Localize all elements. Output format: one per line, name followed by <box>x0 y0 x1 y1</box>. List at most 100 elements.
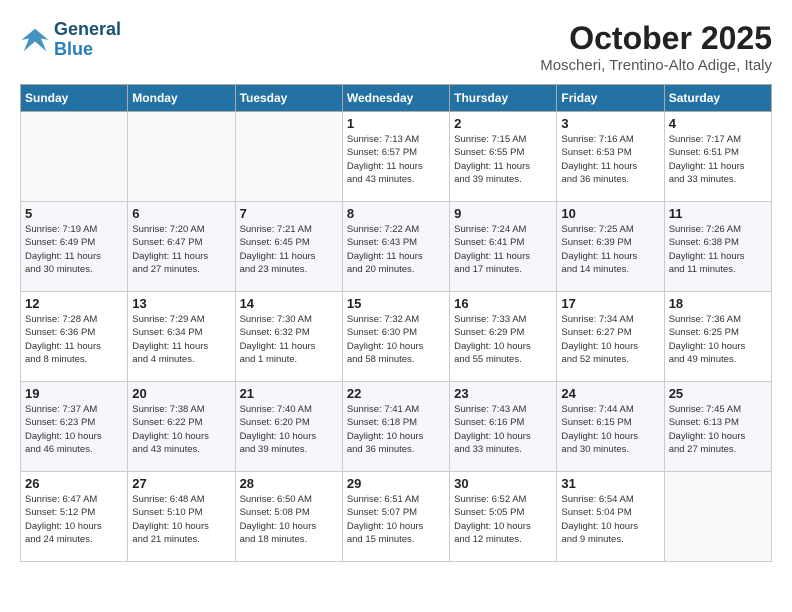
calendar-day-8: 8 Sunrise: 7:22 AM Sunset: 6:43 PM Daylig… <box>342 202 449 292</box>
calendar-day-21: 21 Sunrise: 7:40 AM Sunset: 6:20 PM Dayli… <box>235 382 342 472</box>
logo-text: General Blue <box>54 20 121 60</box>
day-info: Sunrise: 7:15 AM Sunset: 6:55 PM Dayligh… <box>454 133 552 186</box>
day-number: 9 <box>454 206 552 221</box>
calendar-day-23: 23 Sunrise: 7:43 AM Sunset: 6:16 PM Dayli… <box>450 382 557 472</box>
calendar-day-29: 29 Sunrise: 6:51 AM Sunset: 5:07 PM Dayli… <box>342 472 449 562</box>
day-info: Sunrise: 7:32 AM Sunset: 6:30 PM Dayligh… <box>347 313 445 366</box>
calendar-day-17: 17 Sunrise: 7:34 AM Sunset: 6:27 PM Dayli… <box>557 292 664 382</box>
day-info: Sunrise: 7:13 AM Sunset: 6:57 PM Dayligh… <box>347 133 445 186</box>
day-number: 31 <box>561 476 659 491</box>
calendar-day-28: 28 Sunrise: 6:50 AM Sunset: 5:08 PM Dayli… <box>235 472 342 562</box>
day-info: Sunrise: 7:24 AM Sunset: 6:41 PM Dayligh… <box>454 223 552 276</box>
day-number: 17 <box>561 296 659 311</box>
calendar-day-6: 6 Sunrise: 7:20 AM Sunset: 6:47 PM Daylig… <box>128 202 235 292</box>
calendar-day-10: 10 Sunrise: 7:25 AM Sunset: 6:39 PM Dayli… <box>557 202 664 292</box>
day-number: 5 <box>25 206 123 221</box>
day-info: Sunrise: 7:29 AM Sunset: 6:34 PM Dayligh… <box>132 313 230 366</box>
day-number: 29 <box>347 476 445 491</box>
calendar-day-18: 18Sunrise: 7:36 AM Sunset: 6:25 PM Dayli… <box>664 292 771 382</box>
day-info: Sunrise: 7:36 AM Sunset: 6:25 PM Dayligh… <box>669 313 767 366</box>
weekday-header-tuesday: Tuesday <box>235 85 342 112</box>
day-info: Sunrise: 7:38 AM Sunset: 6:22 PM Dayligh… <box>132 403 230 456</box>
day-info: Sunrise: 7:21 AM Sunset: 6:45 PM Dayligh… <box>240 223 338 276</box>
day-info: Sunrise: 7:28 AM Sunset: 6:36 PM Dayligh… <box>25 313 123 366</box>
day-number: 13 <box>132 296 230 311</box>
calendar-day-7: 7Sunrise: 7:21 AM Sunset: 6:45 PM Daylig… <box>235 202 342 292</box>
calendar-day-22: 22Sunrise: 7:41 AM Sunset: 6:18 PM Dayli… <box>342 382 449 472</box>
weekday-header-saturday: Saturday <box>664 85 771 112</box>
weekday-header-sunday: Sunday <box>21 85 128 112</box>
day-info: Sunrise: 7:37 AM Sunset: 6:23 PM Dayligh… <box>25 403 123 456</box>
day-number: 28 <box>240 476 338 491</box>
day-number: 15 <box>347 296 445 311</box>
day-number: 16 <box>454 296 552 311</box>
calendar-day-empty <box>128 112 235 202</box>
calendar-week-1: 1Sunrise: 7:13 AM Sunset: 6:57 PM Daylig… <box>21 112 772 202</box>
day-info: Sunrise: 7:19 AM Sunset: 6:49 PM Dayligh… <box>25 223 123 276</box>
day-number: 26 <box>25 476 123 491</box>
month-title: October 2025 <box>540 20 772 57</box>
title-block: October 2025 Moscheri, Trentino-Alto Adi… <box>540 20 772 74</box>
day-info: Sunrise: 7:22 AM Sunset: 6:43 PM Dayligh… <box>347 223 445 276</box>
calendar-day-1: 1Sunrise: 7:13 AM Sunset: 6:57 PM Daylig… <box>342 112 449 202</box>
calendar-day-14: 14Sunrise: 7:30 AM Sunset: 6:32 PM Dayli… <box>235 292 342 382</box>
calendar-day-9: 9 Sunrise: 7:24 AM Sunset: 6:41 PM Daylig… <box>450 202 557 292</box>
day-info: Sunrise: 7:16 AM Sunset: 6:53 PM Dayligh… <box>561 133 659 186</box>
day-number: 12 <box>25 296 123 311</box>
day-info: Sunrise: 6:54 AM Sunset: 5:04 PM Dayligh… <box>561 493 659 546</box>
day-info: Sunrise: 6:51 AM Sunset: 5:07 PM Dayligh… <box>347 493 445 546</box>
calendar-day-19: 19 Sunrise: 7:37 AM Sunset: 6:23 PM Dayli… <box>21 382 128 472</box>
day-info: Sunrise: 6:50 AM Sunset: 5:08 PM Dayligh… <box>240 493 338 546</box>
day-number: 3 <box>561 116 659 131</box>
day-info: Sunrise: 7:45 AM Sunset: 6:13 PM Dayligh… <box>669 403 767 456</box>
calendar-day-31: 31 Sunrise: 6:54 AM Sunset: 5:04 PM Dayli… <box>557 472 664 562</box>
day-info: Sunrise: 6:52 AM Sunset: 5:05 PM Dayligh… <box>454 493 552 546</box>
calendar-day-25: 25Sunrise: 7:45 AM Sunset: 6:13 PM Dayli… <box>664 382 771 472</box>
day-info: Sunrise: 7:26 AM Sunset: 6:38 PM Dayligh… <box>669 223 767 276</box>
calendar-day-3: 3 Sunrise: 7:16 AM Sunset: 6:53 PM Daylig… <box>557 112 664 202</box>
day-number: 11 <box>669 206 767 221</box>
day-info: Sunrise: 7:43 AM Sunset: 6:16 PM Dayligh… <box>454 403 552 456</box>
day-number: 24 <box>561 386 659 401</box>
day-info: Sunrise: 7:40 AM Sunset: 6:20 PM Dayligh… <box>240 403 338 456</box>
calendar-day-12: 12 Sunrise: 7:28 AM Sunset: 6:36 PM Dayli… <box>21 292 128 382</box>
logo: General Blue <box>20 20 121 60</box>
day-info: Sunrise: 7:34 AM Sunset: 6:27 PM Dayligh… <box>561 313 659 366</box>
calendar-day-11: 11 Sunrise: 7:26 AM Sunset: 6:38 PM Dayli… <box>664 202 771 292</box>
day-number: 6 <box>132 206 230 221</box>
day-info: Sunrise: 7:25 AM Sunset: 6:39 PM Dayligh… <box>561 223 659 276</box>
calendar-day-27: 27Sunrise: 6:48 AM Sunset: 5:10 PM Dayli… <box>128 472 235 562</box>
day-number: 23 <box>454 386 552 401</box>
calendar-week-2: 5 Sunrise: 7:19 AM Sunset: 6:49 PM Daylig… <box>21 202 772 292</box>
calendar-day-empty <box>21 112 128 202</box>
day-number: 2 <box>454 116 552 131</box>
calendar-day-13: 13 Sunrise: 7:29 AM Sunset: 6:34 PM Dayli… <box>128 292 235 382</box>
calendar-day-4: 4Sunrise: 7:17 AM Sunset: 6:51 PM Daylig… <box>664 112 771 202</box>
calendar-day-2: 2 Sunrise: 7:15 AM Sunset: 6:55 PM Daylig… <box>450 112 557 202</box>
day-number: 27 <box>132 476 230 491</box>
day-number: 10 <box>561 206 659 221</box>
calendar-day-24: 24 Sunrise: 7:44 AM Sunset: 6:15 PM Dayli… <box>557 382 664 472</box>
weekday-header-row: SundayMondayTuesdayWednesdayThursdayFrid… <box>21 85 772 112</box>
day-info: Sunrise: 7:20 AM Sunset: 6:47 PM Dayligh… <box>132 223 230 276</box>
day-number: 22 <box>347 386 445 401</box>
calendar-day-15: 15 Sunrise: 7:32 AM Sunset: 6:30 PM Dayli… <box>342 292 449 382</box>
calendar-day-empty <box>664 472 771 562</box>
day-number: 14 <box>240 296 338 311</box>
day-number: 8 <box>347 206 445 221</box>
day-info: Sunrise: 7:44 AM Sunset: 6:15 PM Dayligh… <box>561 403 659 456</box>
calendar-day-5: 5 Sunrise: 7:19 AM Sunset: 6:49 PM Daylig… <box>21 202 128 292</box>
day-number: 4 <box>669 116 767 131</box>
calendar-week-3: 12 Sunrise: 7:28 AM Sunset: 6:36 PM Dayli… <box>21 292 772 382</box>
calendar-week-4: 19 Sunrise: 7:37 AM Sunset: 6:23 PM Dayli… <box>21 382 772 472</box>
location-title: Moscheri, Trentino-Alto Adige, Italy <box>540 57 772 74</box>
logo-bird-icon <box>20 25 50 55</box>
day-number: 21 <box>240 386 338 401</box>
weekday-header-monday: Monday <box>128 85 235 112</box>
weekday-header-friday: Friday <box>557 85 664 112</box>
calendar-table: SundayMondayTuesdayWednesdayThursdayFrid… <box>20 84 772 562</box>
day-number: 30 <box>454 476 552 491</box>
calendar-day-30: 30 Sunrise: 6:52 AM Sunset: 5:05 PM Dayli… <box>450 472 557 562</box>
calendar-day-26: 26Sunrise: 6:47 AM Sunset: 5:12 PM Dayli… <box>21 472 128 562</box>
day-number: 19 <box>25 386 123 401</box>
